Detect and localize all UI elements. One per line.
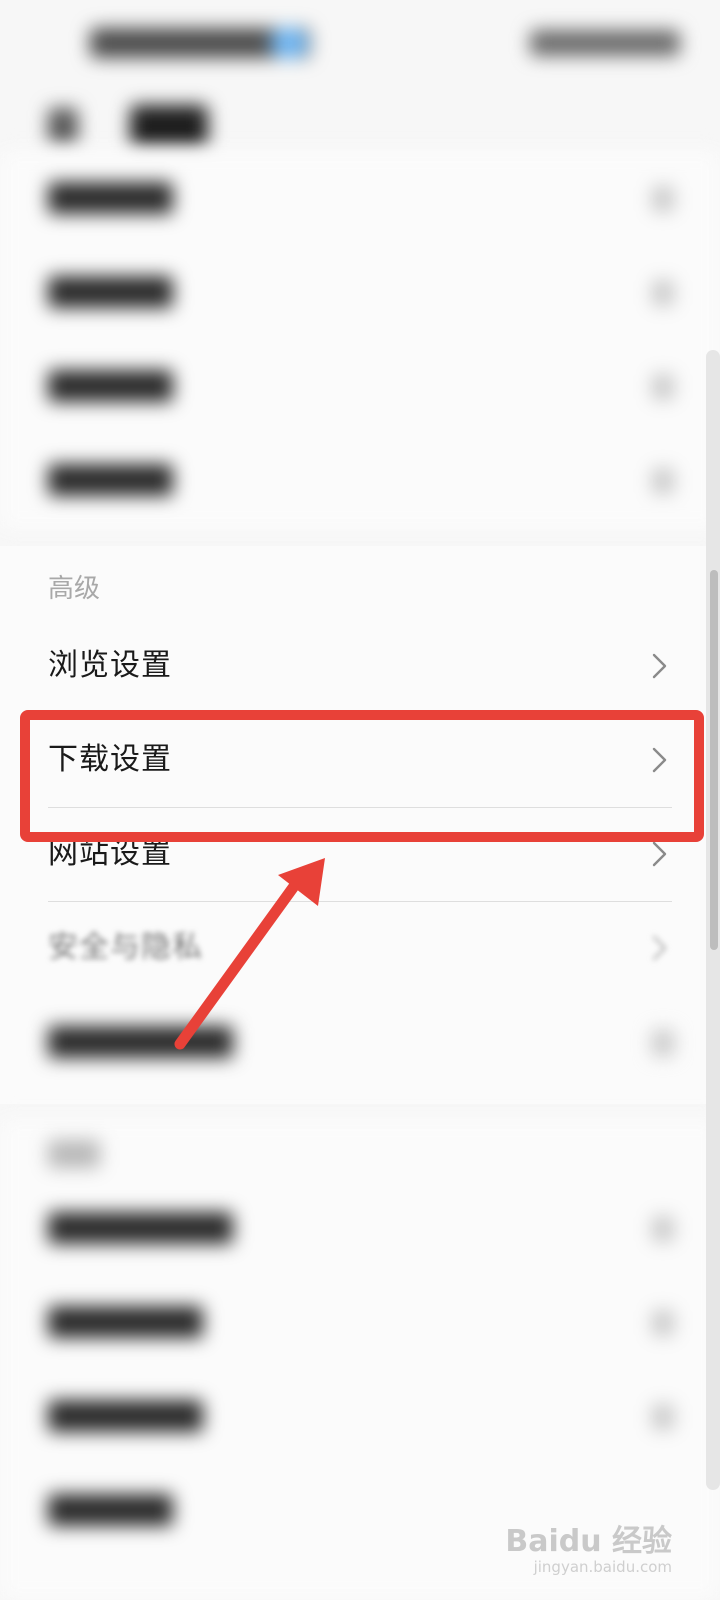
- watermark-url: jingyan.baidu.com: [533, 1558, 672, 1576]
- watermark-brand: Baidu 经验: [505, 1524, 672, 1559]
- baidu-jingyan-watermark: Baidu 经验 jingyan.baidu.com: [505, 1502, 672, 1582]
- annotation-arrow-icon: [174, 858, 325, 1050]
